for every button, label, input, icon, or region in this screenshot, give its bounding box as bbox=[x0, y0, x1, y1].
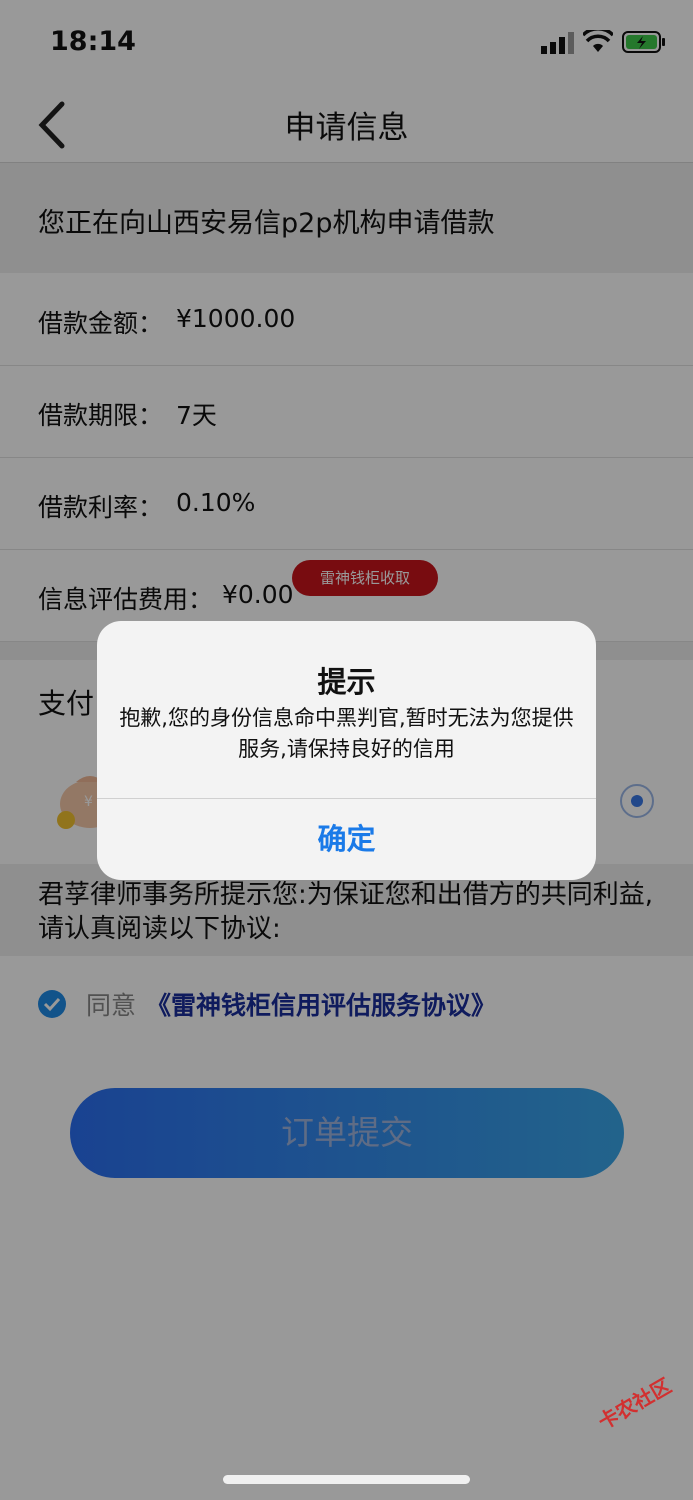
alert-dialog: 提示 抱歉,您的身份信息命中黑判官,暂时无法为您提供服务,请保持良好的信用 确定 bbox=[97, 621, 596, 880]
dialog-title: 提示 bbox=[317, 665, 376, 699]
dialog-message: 抱歉,您的身份信息命中黑判官,暂时无法为您提供服务,请保持良好的信用 bbox=[119, 706, 574, 761]
dialog-confirm-button[interactable]: 确定 bbox=[97, 799, 596, 880]
home-indicator[interactable] bbox=[223, 1475, 470, 1484]
